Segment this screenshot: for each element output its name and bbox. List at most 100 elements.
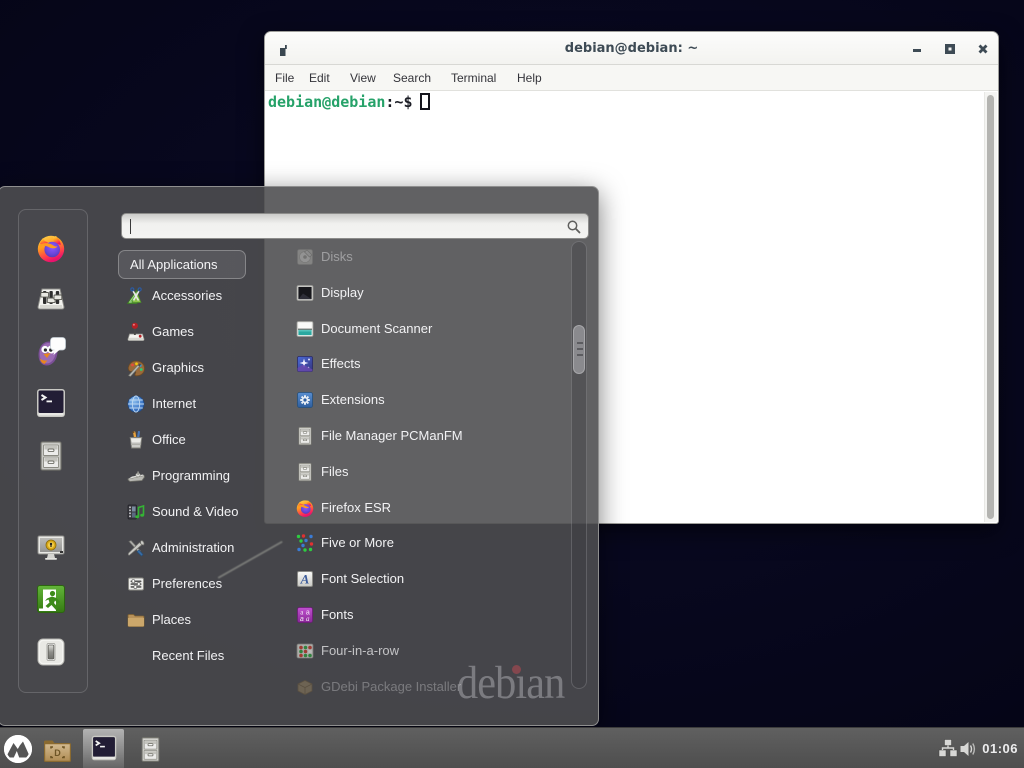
category-recent-files[interactable]: Recent Files bbox=[120, 639, 280, 673]
menubar-item-file[interactable]: File bbox=[275, 65, 294, 91]
terminal-menubar: File Edit View Search Terminal Help bbox=[265, 65, 998, 91]
terminal-scrollbar-thumb[interactable] bbox=[987, 95, 994, 519]
maximize-button[interactable] bbox=[941, 40, 959, 58]
close-button[interactable] bbox=[974, 40, 992, 58]
search-input[interactable] bbox=[129, 217, 562, 235]
menu-scrollbar-thumb[interactable] bbox=[573, 325, 585, 374]
terminal-scrollbar[interactable] bbox=[984, 92, 997, 522]
terminal-cursor bbox=[420, 93, 430, 110]
menubar-item-view[interactable]: View bbox=[350, 65, 376, 91]
app-files[interactable]: Files bbox=[287, 455, 569, 489]
category-sound-video[interactable]: Sound & Video bbox=[120, 495, 280, 529]
administration-icon bbox=[126, 538, 146, 558]
app-label: Display bbox=[321, 276, 364, 310]
category-accessories[interactable]: Accessories bbox=[120, 279, 280, 313]
app-label: Effects bbox=[321, 347, 361, 381]
file-manager-launcher[interactable] bbox=[137, 736, 164, 764]
app-display[interactable]: Display bbox=[287, 276, 569, 310]
app-label: Disks bbox=[321, 240, 353, 274]
fonts-icon: a a a a bbox=[295, 605, 315, 625]
session-shutdown-icon[interactable] bbox=[33, 634, 69, 670]
sound-video-icon bbox=[126, 502, 146, 522]
accessories-icon bbox=[126, 286, 146, 306]
app-label: Four-in-a-row bbox=[321, 634, 399, 668]
terminal-titlebar[interactable]: debian@debian: ~ bbox=[265, 32, 998, 65]
gdebi-icon bbox=[295, 677, 315, 697]
search-box bbox=[121, 213, 589, 239]
prompt-path: :~$ bbox=[385, 93, 412, 111]
app-effects[interactable]: Effects bbox=[287, 347, 569, 381]
volume-icon[interactable] bbox=[959, 739, 979, 757]
category-office[interactable]: Office bbox=[120, 423, 280, 457]
search-icon bbox=[566, 219, 582, 235]
svg-text:A: A bbox=[300, 572, 310, 587]
category-label: Accessories bbox=[152, 279, 222, 313]
favorite-firefox-icon[interactable] bbox=[33, 230, 69, 266]
internet-icon bbox=[126, 394, 146, 414]
menubar-item-help[interactable]: Help bbox=[517, 65, 542, 91]
category-label: Sound & Video bbox=[152, 495, 239, 529]
menu-scrollbar[interactable] bbox=[571, 241, 587, 689]
category-label: Recent Files bbox=[152, 639, 224, 673]
category-preferences[interactable]: Preferences bbox=[120, 567, 280, 601]
category-label: Programming bbox=[152, 459, 230, 493]
app-document-scanner[interactable]: Document Scanner bbox=[287, 312, 569, 346]
places-icon bbox=[126, 610, 146, 630]
category-label: Office bbox=[152, 423, 186, 457]
office-icon bbox=[126, 430, 146, 450]
app-label: Files bbox=[321, 455, 348, 489]
display-icon bbox=[295, 283, 315, 303]
app-firefox-esr[interactable]: Firefox ESR bbox=[287, 491, 569, 525]
session-logout-icon[interactable] bbox=[33, 581, 69, 617]
bottom-panel: D 01:06 bbox=[0, 727, 1024, 768]
favorite-pidgin-icon[interactable] bbox=[33, 333, 69, 369]
four-in-a-row-icon bbox=[295, 641, 315, 661]
menubar-item-terminal[interactable]: Terminal bbox=[451, 65, 496, 91]
menu-button[interactable] bbox=[3, 734, 33, 764]
category-places[interactable]: Places bbox=[120, 603, 280, 637]
minimize-button[interactable] bbox=[908, 40, 926, 58]
category-games[interactable]: Games bbox=[120, 315, 280, 349]
panel-clock[interactable]: 01:06 bbox=[982, 728, 1018, 768]
category-graphics[interactable]: Graphics bbox=[120, 351, 280, 385]
terminal-title: debian@debian: ~ bbox=[265, 32, 998, 65]
app-disks[interactable]: Disks bbox=[287, 240, 569, 274]
app-fonts[interactable]: a a a a Fonts bbox=[287, 598, 569, 632]
svg-text:a: a bbox=[300, 616, 304, 623]
app-file-manager-pcmanfm[interactable]: File Manager PCManFM bbox=[287, 419, 569, 453]
category-label: Internet bbox=[152, 387, 196, 421]
network-icon[interactable] bbox=[938, 738, 958, 758]
terminal-icon bbox=[90, 734, 118, 763]
app-label: Font Selection bbox=[321, 562, 404, 596]
programming-icon bbox=[126, 466, 146, 486]
graphics-icon bbox=[126, 358, 146, 378]
menubar-item-edit[interactable]: Edit bbox=[309, 65, 330, 91]
category-label: Graphics bbox=[152, 351, 204, 385]
favorite-settings-mixer-icon[interactable] bbox=[33, 281, 69, 317]
favorite-terminal-icon[interactable] bbox=[33, 385, 69, 421]
folder-debian-launcher[interactable]: D bbox=[42, 735, 73, 764]
app-font-selection[interactable]: A Font Selection bbox=[287, 562, 569, 596]
search-caret bbox=[130, 219, 131, 234]
category-programming[interactable]: Programming bbox=[120, 459, 280, 493]
app-label: Fonts bbox=[321, 598, 354, 632]
app-four-in-a-row[interactable]: Four-in-a-row bbox=[287, 634, 569, 668]
preferences-icon bbox=[126, 574, 146, 594]
favorite-file-cabinet-icon[interactable] bbox=[33, 438, 69, 474]
category-label: Preferences bbox=[152, 567, 222, 601]
app-label: Extensions bbox=[321, 383, 385, 417]
category-administration[interactable]: Administration bbox=[120, 531, 280, 565]
category-all-applications[interactable]: All Applications bbox=[118, 250, 246, 279]
games-icon bbox=[126, 322, 146, 342]
app-five-or-more[interactable]: Five or More bbox=[287, 526, 569, 560]
terminal-task-button[interactable] bbox=[83, 729, 124, 768]
session-lock-screen-icon[interactable] bbox=[33, 529, 69, 565]
effects-icon bbox=[295, 354, 315, 374]
category-label: Games bbox=[152, 315, 194, 349]
app-extensions[interactable]: Extensions bbox=[287, 383, 569, 417]
category-internet[interactable]: Internet bbox=[120, 387, 280, 421]
app-gdebi-package-installer[interactable]: GDebi Package Installer bbox=[287, 670, 569, 704]
application-menu: debıan bbox=[0, 186, 599, 726]
menubar-item-search[interactable]: Search bbox=[393, 65, 431, 91]
five-or-more-icon bbox=[295, 533, 315, 553]
